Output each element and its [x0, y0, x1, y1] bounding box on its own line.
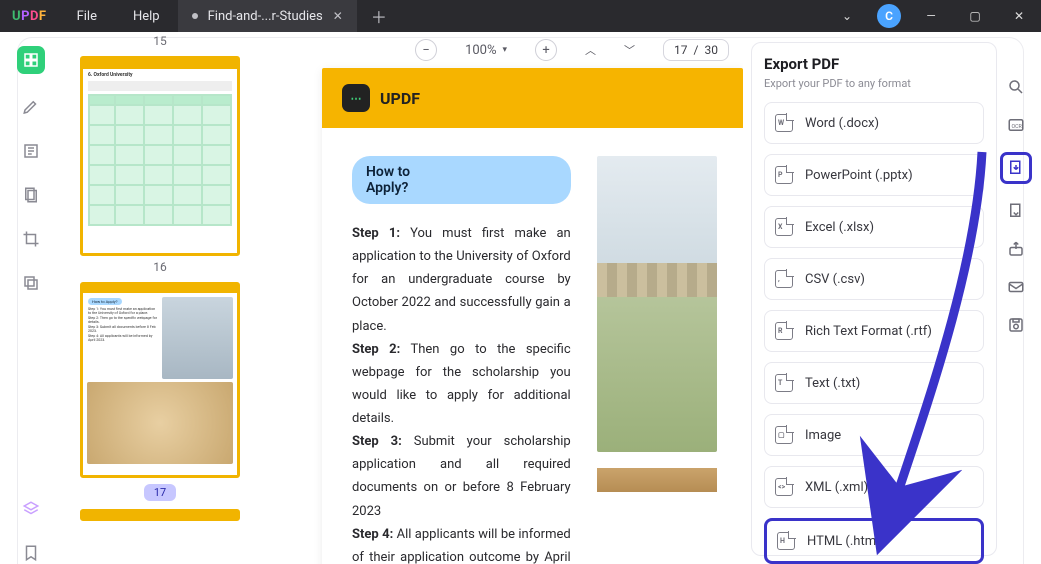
page-number-15: 15	[80, 34, 240, 48]
export-pdf-panel: Export PDF Export your PDF to any format…	[751, 42, 997, 556]
excel-icon: X	[775, 218, 793, 236]
export-option-word[interactable]: WWord (.docx)	[764, 102, 984, 144]
thumbnail-page-18[interactable]	[80, 509, 240, 521]
layers-tool-icon[interactable]	[20, 272, 42, 294]
thumbnails-tool-icon[interactable]	[17, 46, 45, 74]
csv-icon: ,	[775, 270, 793, 288]
svg-text:OCR: OCR	[1012, 124, 1023, 130]
export-pdf-icon[interactable]	[1000, 152, 1032, 184]
word-icon: W	[775, 114, 793, 132]
pages-tool-icon[interactable]	[20, 184, 42, 206]
page-badge-17: 17	[144, 484, 176, 501]
search-icon[interactable]	[1005, 76, 1027, 98]
tab-title: Find-and-...r-Studies	[208, 9, 323, 24]
export-option-csv[interactable]: ,CSV (.csv)	[764, 258, 984, 300]
document-tab[interactable]: Find-and-...r-Studies ✕	[178, 0, 357, 32]
app-logo: UPDF	[0, 9, 59, 24]
export-option-rtf[interactable]: RRich Text Format (.rtf)	[764, 310, 984, 352]
steps-text: Step 1: You must first make an applicati…	[352, 222, 571, 564]
save-icon[interactable]	[1005, 314, 1027, 336]
tab-indicator-icon	[192, 13, 198, 19]
export-option-html[interactable]: HHTML (.html)	[764, 518, 984, 564]
export-option-image[interactable]: ▢Image	[764, 414, 984, 456]
page-header: ⋯ UPDF	[322, 68, 743, 128]
close-tab-icon[interactable]: ✕	[333, 9, 343, 23]
next-page-button[interactable]: ﹀	[624, 42, 635, 58]
crop-tool-icon[interactable]	[20, 228, 42, 250]
menu-help[interactable]: Help	[115, 9, 178, 24]
zoom-out-button[interactable]: −	[415, 39, 437, 61]
thumbnail-page-16[interactable]: 6. Oxford University	[80, 56, 240, 256]
page-canvas: ⋯ UPDF How to Apply? Step 1: You must fi…	[322, 68, 743, 564]
image-icon: ▢	[775, 426, 793, 444]
prev-page-button[interactable]: ︿	[585, 42, 596, 58]
html-icon: H	[777, 532, 795, 550]
secondary-photo	[597, 468, 717, 492]
rtf-icon: R	[775, 322, 793, 340]
right-tool-rail: OCR	[999, 76, 1033, 336]
page-indicator[interactable]: 17 / 30	[663, 39, 729, 61]
thumbnail-page-17[interactable]: How to Apply?Step 1: You must first make…	[80, 282, 240, 478]
convert-icon[interactable]	[1005, 200, 1027, 222]
updf-logo-icon: ⋯	[342, 84, 370, 112]
zoom-in-button[interactable]: +	[535, 39, 557, 61]
export-option-xml[interactable]: <>XML (.xml)	[764, 466, 984, 508]
export-subtitle: Export your PDF to any format	[764, 77, 984, 90]
share-icon[interactable]	[1005, 238, 1027, 260]
document-viewport: − 100%▾ + ︿ ﹀ 17 / 30 ⋯ UPDF How to Appl…	[268, 32, 743, 564]
export-option-excel[interactable]: XExcel (.xlsx)	[764, 206, 984, 248]
stack-icon[interactable]	[20, 498, 42, 520]
new-tab-button[interactable]: ＋	[357, 4, 401, 28]
oxford-photo	[597, 156, 717, 452]
powerpoint-icon: P	[775, 166, 793, 184]
view-toolbar: − 100%▾ + ︿ ﹀ 17 / 30	[268, 32, 743, 68]
dropdown-icon[interactable]: ⌄	[825, 0, 869, 32]
zoom-level[interactable]: 100%▾	[465, 43, 507, 58]
xml-icon: <>	[775, 478, 793, 496]
ocr-icon[interactable]: OCR	[1005, 114, 1027, 136]
text-tool-icon[interactable]	[20, 140, 42, 162]
maximize-button[interactable]: ▢	[953, 0, 997, 32]
page-number-16: 16	[80, 260, 240, 274]
bookmark-icon[interactable]	[20, 542, 42, 564]
user-avatar[interactable]: C	[877, 4, 901, 28]
how-to-apply-chip: How to Apply?	[352, 156, 571, 204]
export-title: Export PDF	[764, 55, 984, 73]
mail-icon[interactable]	[1005, 276, 1027, 298]
close-window-button[interactable]: ✕	[997, 0, 1041, 32]
text-icon: T	[775, 374, 793, 392]
minimize-button[interactable]: —	[909, 0, 953, 32]
brand-text: UPDF	[380, 89, 420, 108]
menu-file[interactable]: File	[59, 9, 115, 24]
titlebar: UPDF File Help Find-and-...r-Studies ✕ ＋…	[0, 0, 1041, 32]
export-option-powerpoint[interactable]: PPowerPoint (.pptx)	[764, 154, 984, 196]
thumbnail-panel: 15 6. Oxford University 16	[62, 32, 268, 564]
left-tool-rail	[0, 32, 62, 564]
annotate-tool-icon[interactable]	[20, 96, 42, 118]
export-option-text[interactable]: TText (.txt)	[764, 362, 984, 404]
